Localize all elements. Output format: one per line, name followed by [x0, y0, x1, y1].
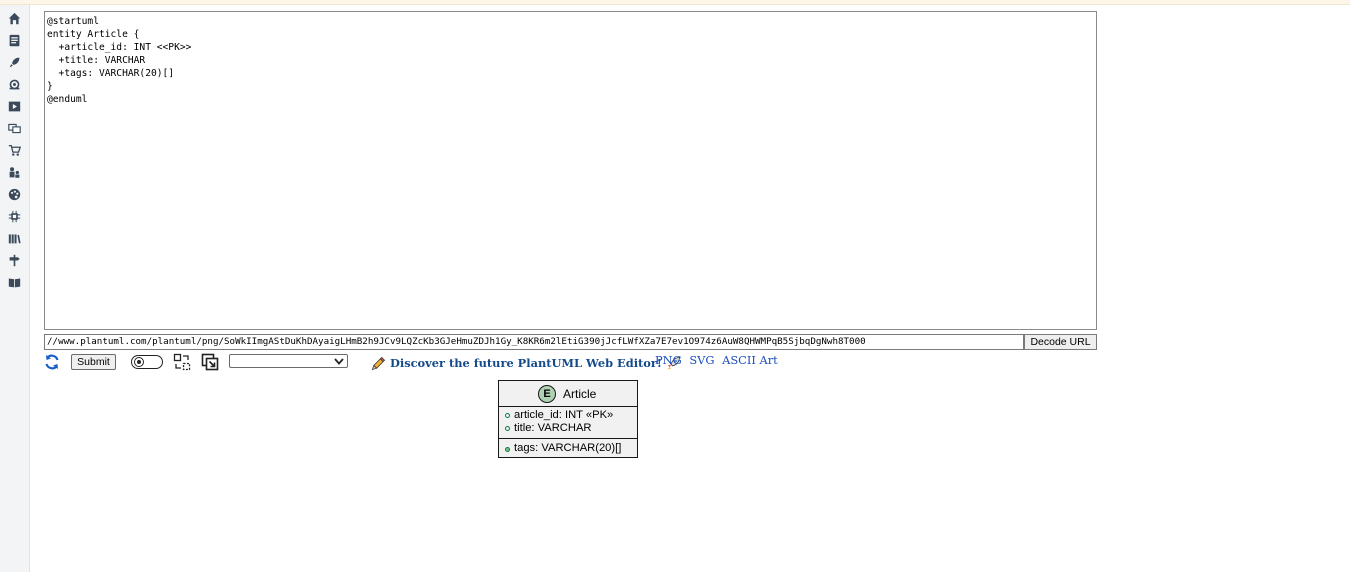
- new-window-icon[interactable]: [201, 353, 219, 371]
- top-strip: [0, 0, 1350, 5]
- entity-attribute: tags: VARCHAR(20)[]: [514, 442, 622, 454]
- entity-header: E Article: [499, 381, 637, 407]
- entity-separator: [499, 438, 637, 439]
- public-attribute-icon: [505, 413, 510, 418]
- library-icon[interactable]: [6, 230, 22, 246]
- entity-name: Article: [563, 387, 597, 401]
- theme-toggle[interactable]: [131, 355, 163, 369]
- rocket-icon[interactable]: [6, 54, 22, 70]
- entity-badge-icon: E: [538, 385, 556, 403]
- chevron-down-icon: [334, 358, 344, 365]
- chat-icon[interactable]: [6, 120, 22, 136]
- submit-button[interactable]: Submit: [71, 354, 116, 370]
- discover-web-editor-link[interactable]: Discover the future PlantUML Web Editor!: [390, 356, 662, 370]
- refresh-icon[interactable]: [43, 353, 61, 371]
- signpost-icon[interactable]: [6, 252, 22, 268]
- url-input[interactable]: //www.plantuml.com/plantuml/png/SoWkIImg…: [44, 334, 1024, 350]
- entity-attribute: article_id: INT «PK»: [514, 409, 614, 421]
- ascii-art-link[interactable]: ASCII Art: [722, 353, 778, 367]
- entity-article-diagram: E Article article_id: INT «PK» title: VA…: [498, 380, 638, 458]
- chip-icon[interactable]: [6, 208, 22, 224]
- discover-banner: Discover the future PlantUML Web Editor!: [371, 355, 681, 371]
- pencil-icon: [371, 356, 386, 370]
- cloud-gear-icon[interactable]: [6, 76, 22, 92]
- cart-icon[interactable]: [6, 142, 22, 158]
- entity-attribute: title: VARCHAR: [514, 422, 592, 434]
- source-editor[interactable]: @startuml entity Article { +article_id: …: [44, 11, 1097, 330]
- svg-link[interactable]: SVG: [689, 353, 714, 367]
- people-icon[interactable]: [6, 164, 22, 180]
- document-icon[interactable]: [6, 32, 22, 48]
- book-icon[interactable]: [6, 274, 22, 290]
- public-attribute-icon: [505, 447, 510, 452]
- format-links: PNG SVG ASCII Art: [655, 353, 782, 367]
- home-icon[interactable]: [6, 10, 22, 26]
- diagram-select[interactable]: [229, 354, 348, 368]
- decode-url-button[interactable]: Decode URL: [1024, 334, 1097, 350]
- sun-icon: [134, 357, 144, 367]
- png-link[interactable]: PNG: [655, 353, 682, 367]
- public-attribute-icon: [505, 426, 510, 431]
- play-icon[interactable]: [6, 98, 22, 114]
- sidebar: [0, 5, 30, 572]
- palette-icon[interactable]: [6, 186, 22, 202]
- swap-layout-icon[interactable]: [173, 353, 191, 371]
